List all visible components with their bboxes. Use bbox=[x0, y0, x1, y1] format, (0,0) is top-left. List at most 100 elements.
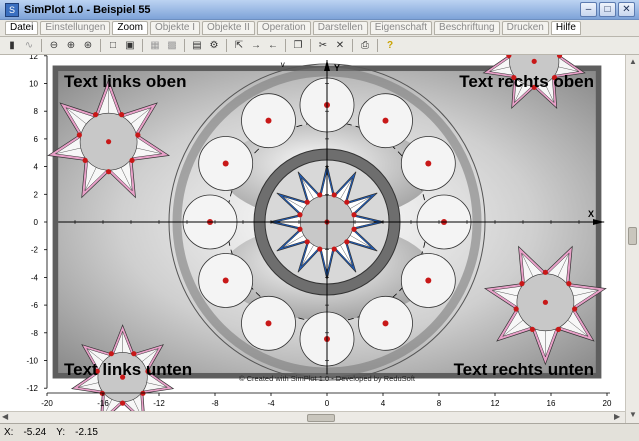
center-star-vertex bbox=[317, 192, 323, 198]
star-top-right-center-point bbox=[531, 58, 537, 64]
orbit-point bbox=[382, 117, 389, 124]
minimize-button[interactable]: – bbox=[580, 2, 597, 17]
zoom-out-icon[interactable]: ⊖ bbox=[46, 38, 62, 53]
tab-datei[interactable]: Datei bbox=[5, 21, 39, 35]
orbit-point bbox=[425, 277, 432, 284]
y-tick-label: -8 bbox=[31, 329, 39, 338]
star-bottom-right-vertex bbox=[513, 306, 519, 312]
plot-area[interactable]: -20 -16 -12 -8 -4 0 4 8 12 16 20 12 10 8 6 4 2 0 -2 -4 -6 -8-… bbox=[0, 55, 639, 411]
cut-icon[interactable]: ✂ bbox=[315, 38, 331, 53]
tab-zoom[interactable]: Zoom bbox=[112, 21, 148, 35]
tab-darstellen[interactable]: Darstellen bbox=[312, 21, 368, 35]
resize-icon[interactable]: ⇱ bbox=[231, 38, 247, 53]
x-tick-label: 20 bbox=[603, 399, 612, 408]
plot-canvas[interactable]: -20 -16 -12 -8 -4 0 4 8 12 16 20121086420-2-4-6-8-… bbox=[0, 55, 625, 411]
close-button[interactable]: ✕ bbox=[618, 2, 635, 17]
y-tick-label: -2 bbox=[31, 246, 39, 255]
star-bottom-left-vertex bbox=[131, 351, 137, 357]
axis-y-label: Y bbox=[334, 63, 340, 73]
x-tick-label: -4 bbox=[267, 399, 275, 408]
delete-icon[interactable]: ✕ bbox=[332, 38, 348, 53]
star-top-left-center-point bbox=[106, 139, 112, 145]
vertical-scrollbar[interactable]: ▲ ▼ bbox=[625, 55, 639, 423]
x-tick-label: 8 bbox=[437, 399, 442, 408]
star-bottom-right-vertex bbox=[572, 306, 578, 312]
star-top-left-vertex bbox=[76, 132, 82, 138]
copy-icon[interactable]: ❐ bbox=[290, 38, 306, 53]
help-icon[interactable]: ? bbox=[382, 38, 398, 53]
star-top-left-vertex bbox=[82, 157, 88, 163]
toolbar-separator bbox=[100, 39, 101, 52]
star-bottom-right-vertex bbox=[529, 326, 535, 332]
print-icon[interactable]: ⎙ bbox=[357, 38, 373, 53]
device-icon[interactable]: ▮ bbox=[4, 38, 20, 53]
scroll-up-icon[interactable]: ▲ bbox=[629, 57, 637, 66]
scroll-left-icon[interactable]: ◀ bbox=[2, 412, 8, 421]
status-x-label: X: bbox=[4, 427, 14, 438]
arrow-right-icon[interactable]: → bbox=[248, 38, 264, 53]
center-star-vertex bbox=[344, 199, 350, 205]
horizontal-scroll-thumb[interactable] bbox=[307, 414, 335, 422]
square-icon[interactable]: □ bbox=[105, 38, 121, 53]
orbit-point bbox=[425, 160, 432, 167]
arrow-left-icon[interactable]: ← bbox=[265, 38, 281, 53]
center-star-vertex bbox=[351, 226, 357, 232]
tab-objekte-2[interactable]: Objekte II bbox=[202, 21, 255, 35]
center-star-vertex bbox=[317, 246, 323, 252]
tab-einstellungen[interactable]: Einstellungen bbox=[40, 21, 111, 35]
status-y-value: -2.15 bbox=[75, 427, 98, 438]
settings-icon[interactable]: ⚙ bbox=[206, 38, 222, 53]
top-marker-icon: v bbox=[281, 60, 285, 69]
orbit-point bbox=[265, 117, 272, 124]
frame-icon[interactable]: ▣ bbox=[122, 38, 138, 53]
star-top-left-vertex bbox=[106, 169, 112, 175]
star-top-left-vertex bbox=[119, 112, 125, 118]
center-star-vertex bbox=[304, 239, 310, 245]
star-top-left-vertex bbox=[129, 157, 135, 163]
vertical-scroll-thumb[interactable] bbox=[628, 227, 637, 245]
center-star-vertex bbox=[351, 212, 357, 218]
status-y-label: Y: bbox=[56, 427, 66, 438]
center-star-vertex bbox=[331, 192, 337, 198]
toolbar: ▮ ∿ ⊖ ⊕ ⊛ □ ▣ ▦ ▩ ▤ ⚙ ⇱ → ← ❐ ✂ ✕ ⎙ ? bbox=[0, 37, 639, 55]
credit-text: © Created with SimPlot 1.0 - Developed b… bbox=[239, 374, 416, 383]
y-tick-label: 12 bbox=[29, 55, 38, 61]
y-tick-label: -4 bbox=[31, 273, 39, 282]
title-bar: S SimPlot 1.0 - Beispiel 55 – □ ✕ bbox=[0, 0, 639, 20]
tab-hilfe[interactable]: Hilfe bbox=[550, 21, 581, 35]
x-tick-label: -8 bbox=[211, 399, 219, 408]
orbit-point bbox=[222, 277, 229, 284]
frame2-icon[interactable]: ▦ bbox=[147, 38, 163, 53]
x-tick-label: -20 bbox=[41, 399, 53, 408]
tab-beschriftung[interactable]: Beschriftung bbox=[434, 21, 500, 35]
scroll-down-icon[interactable]: ▼ bbox=[629, 410, 637, 419]
zoom-fit-icon[interactable]: ⊛ bbox=[80, 38, 96, 53]
horizontal-scrollbar[interactable]: ◀ ▶ bbox=[0, 411, 625, 423]
scroll-right-icon[interactable]: ▶ bbox=[614, 412, 620, 421]
corner-text-top-right: Text rechts oben bbox=[459, 72, 594, 91]
axis-x-label: X bbox=[588, 209, 594, 219]
toolbar-separator bbox=[377, 39, 378, 52]
star-bottom-left-vertex bbox=[108, 351, 114, 357]
status-bar: X: -5.24 Y: -2.15 bbox=[0, 423, 639, 441]
tab-eigenschaft[interactable]: Eigenschaft bbox=[369, 21, 433, 35]
tab-operation[interactable]: Operation bbox=[256, 21, 311, 35]
table-icon[interactable]: ▤ bbox=[189, 38, 205, 53]
formula-icon[interactable]: ∿ bbox=[21, 38, 37, 53]
frame3-icon[interactable]: ▩ bbox=[164, 38, 180, 53]
x-tick-label: 0 bbox=[325, 399, 330, 408]
maximize-button[interactable]: □ bbox=[599, 2, 616, 17]
tab-drucken[interactable]: Drucken bbox=[501, 21, 549, 35]
corner-text-top-left: Text links oben bbox=[64, 72, 187, 91]
tab-objekte-1[interactable]: Objekte I bbox=[149, 21, 200, 35]
y-tick-label: 0 bbox=[34, 218, 39, 227]
zoom-in-icon[interactable]: ⊕ bbox=[63, 38, 79, 53]
y-tick-label: 4 bbox=[34, 163, 39, 172]
toolbar-separator bbox=[226, 39, 227, 52]
corner-text-bottom-left: Text links unten bbox=[64, 360, 192, 379]
star-bottom-right-center-point bbox=[542, 299, 549, 305]
toolbar-separator bbox=[142, 39, 143, 52]
center-star-vertex bbox=[304, 199, 310, 205]
orbit-point bbox=[265, 320, 272, 327]
menu-bar: Datei Einstellungen Zoom Objekte I Objek… bbox=[0, 20, 639, 37]
